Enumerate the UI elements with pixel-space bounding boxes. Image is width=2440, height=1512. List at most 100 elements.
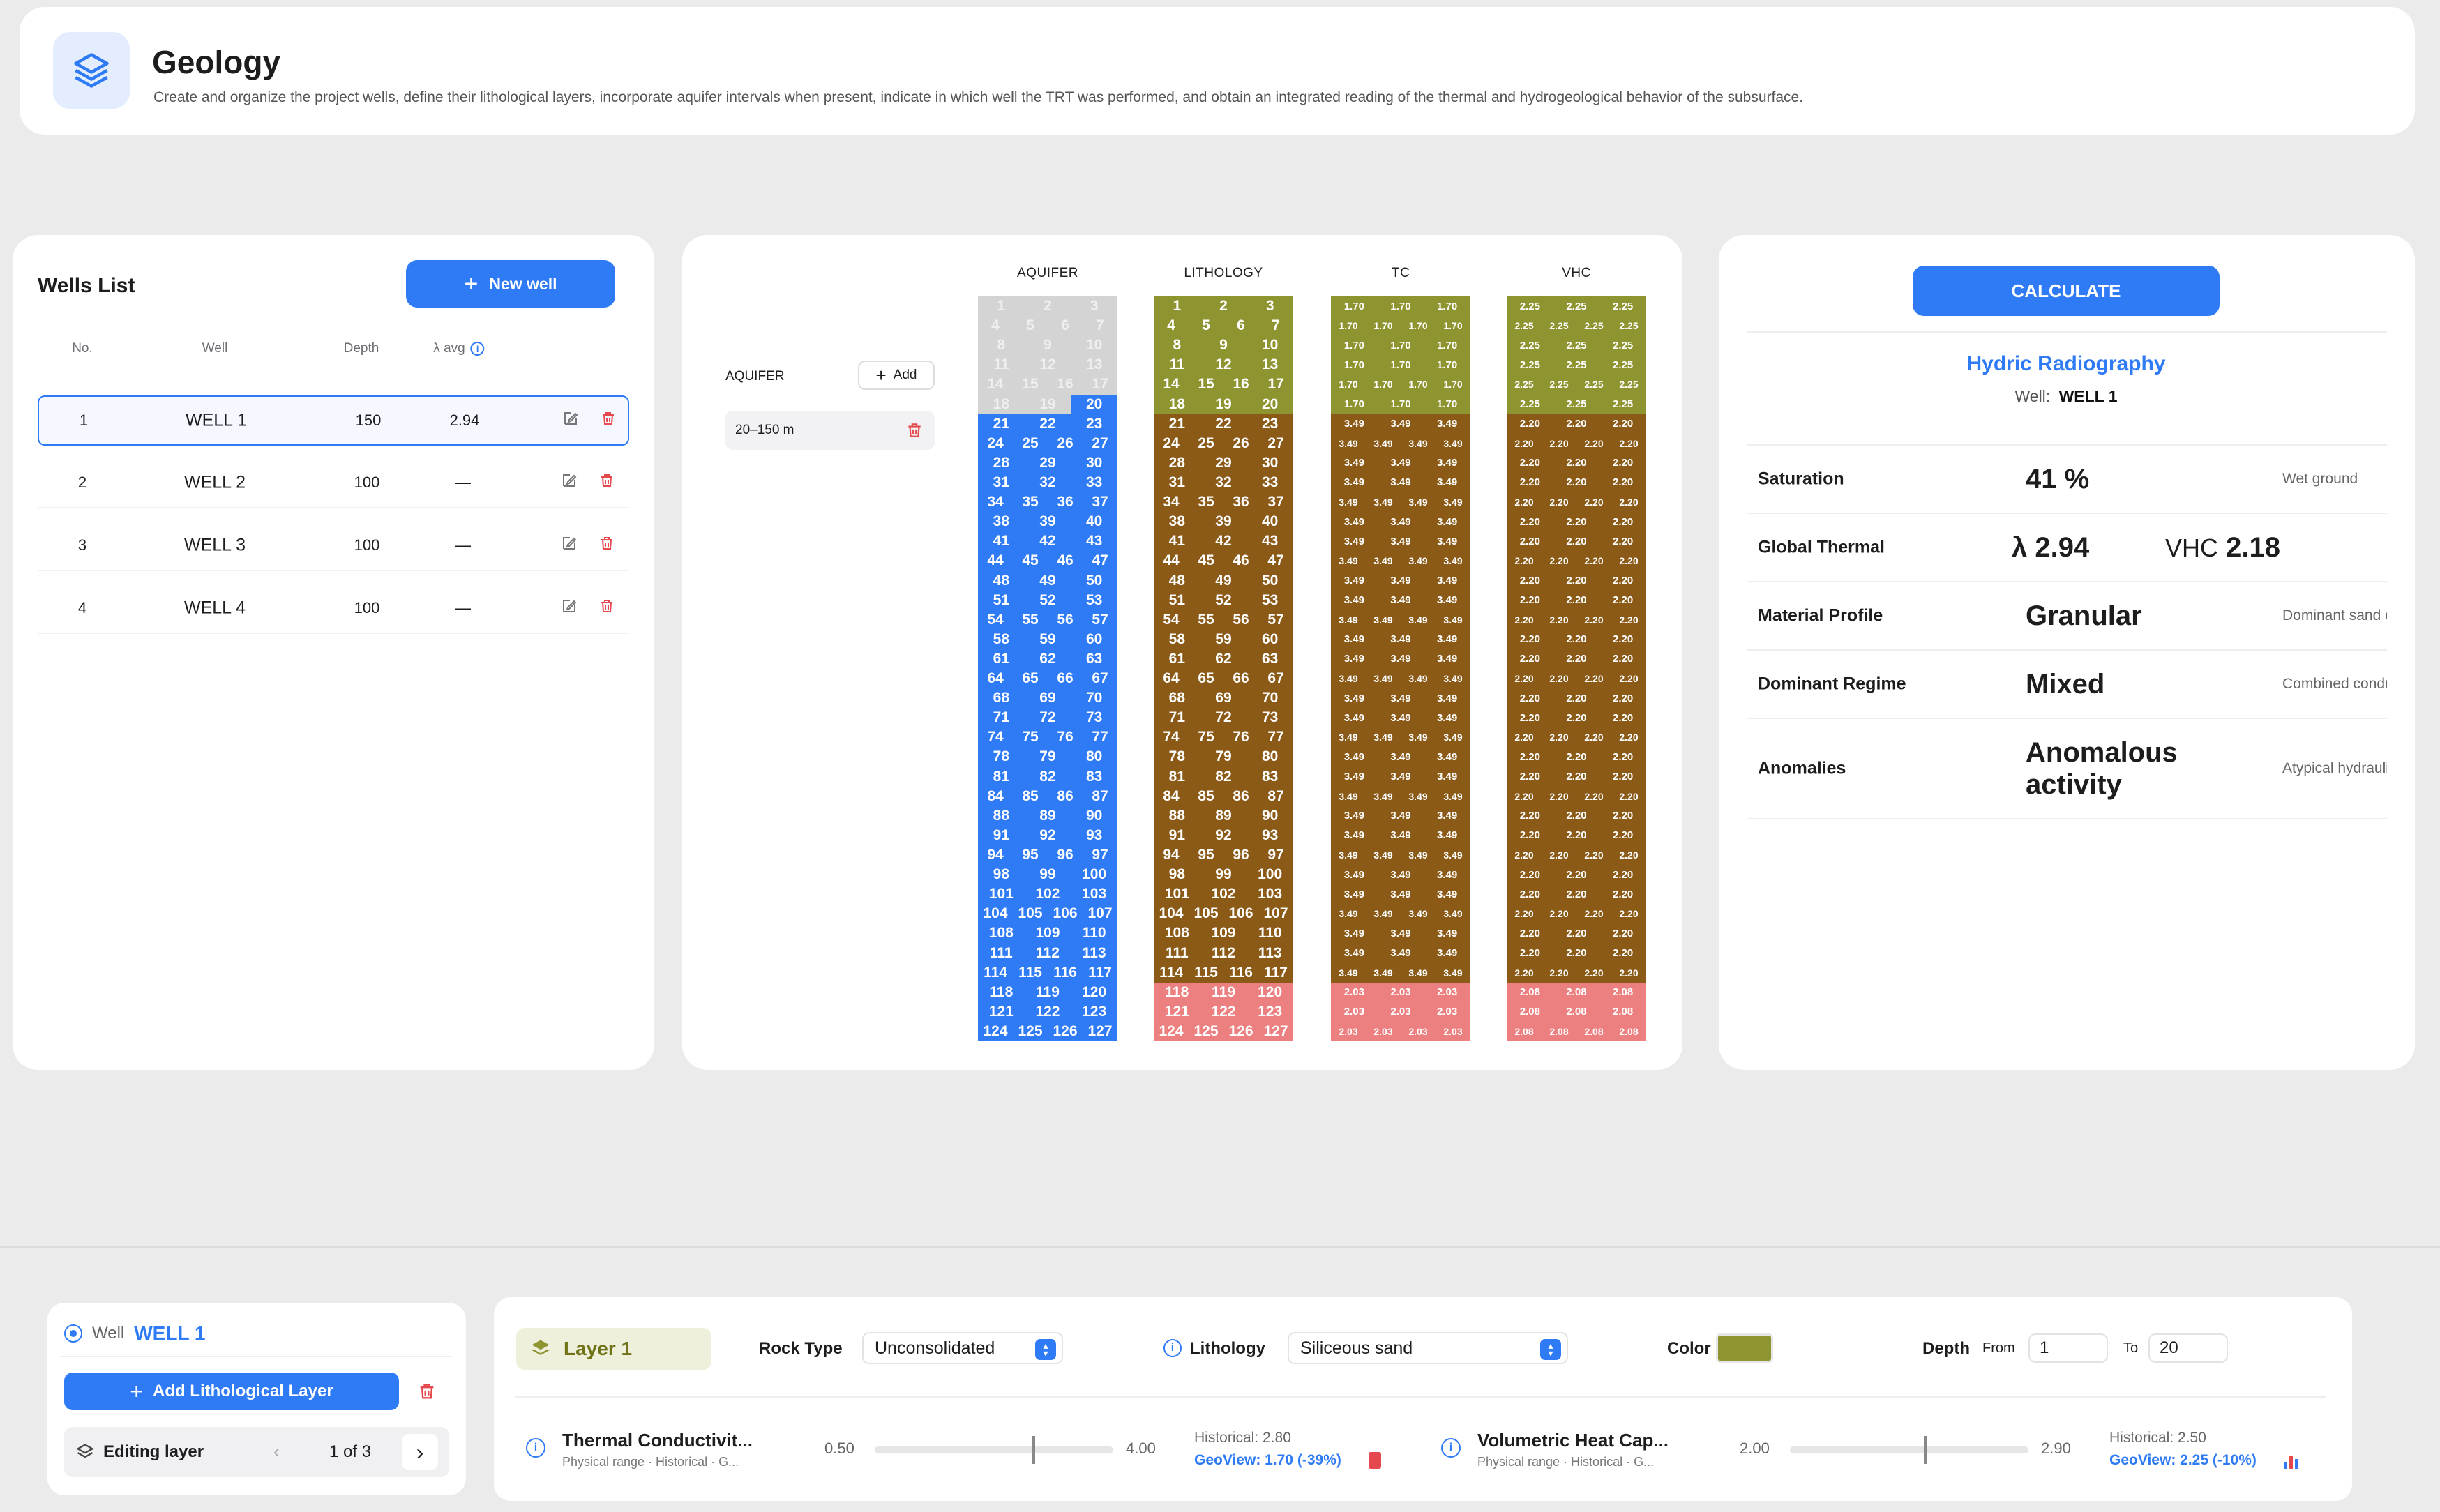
grid-cell: 3.49 [1436, 492, 1470, 513]
lithology-label: Lithology [1190, 1339, 1265, 1358]
tc-slider[interactable] [875, 1436, 1113, 1464]
info-icon[interactable]: i [1441, 1438, 1461, 1458]
grid-cell: 43 [1247, 531, 1293, 552]
grid-cell: 120 [1247, 982, 1293, 1002]
new-well-button[interactable]: + New well [406, 260, 615, 308]
grid-cell: 74 [978, 727, 1013, 748]
depth-from-input[interactable]: 1 [2028, 1333, 2108, 1363]
grid-cell: 27 [1258, 433, 1293, 453]
tc-param-sub: Physical range · Historical · G... [562, 1455, 739, 1469]
grid-cell: 2.20 [1553, 806, 1600, 826]
grid-cell: 2.20 [1507, 962, 1542, 983]
well-row[interactable]: 4 WELL 4 100 — [38, 584, 629, 634]
grid-cell: 2.20 [1611, 962, 1646, 983]
edit-icon[interactable] [561, 598, 578, 619]
grid-cell: 3.49 [1331, 766, 1378, 787]
info-icon[interactable]: i [526, 1438, 545, 1458]
grid-cell: 44 [1154, 551, 1189, 571]
grid-cell: 85 [1189, 786, 1223, 806]
calculate-button[interactable]: CALCULATE [1913, 266, 2220, 316]
add-aquifer-button[interactable]: + Add [858, 361, 935, 390]
grid-cell: 26 [1048, 433, 1083, 453]
grid-cell: 64 [1154, 669, 1189, 689]
vhc-slider-thumb[interactable] [1923, 1436, 1927, 1464]
grid-cell: 2.08 [1553, 982, 1600, 1002]
grid-cell: 2.20 [1553, 453, 1600, 473]
grid-cell: 1.70 [1377, 335, 1424, 356]
aquifer-interval[interactable]: 20–150 m [725, 411, 935, 450]
info-icon[interactable]: i [1163, 1339, 1182, 1357]
grid-cell: 2.20 [1507, 688, 1553, 709]
grid-cell: 67 [1258, 669, 1293, 689]
grid-cell: 2.20 [1507, 453, 1553, 473]
grid-cell: 113 [1071, 943, 1117, 963]
grid-cell: 2.20 [1553, 414, 1600, 434]
grid-cell: 2.08 [1611, 1021, 1646, 1041]
rock-type-select[interactable]: Unconsolidated ▴ ▾ [862, 1332, 1063, 1364]
grid-cell: 2.20 [1599, 884, 1646, 905]
grid-cell: 93 [1247, 825, 1293, 845]
well-row[interactable]: 2 WELL 2 100 — [38, 458, 629, 508]
grid-cell: 2.20 [1611, 433, 1646, 453]
grid-cell: 76 [1048, 727, 1083, 748]
layer-pager: 1 of 3 [329, 1442, 372, 1461]
edit-icon[interactable] [561, 472, 578, 493]
grid-cell: 1 [978, 296, 1025, 317]
grid-cell: 2.08 [1576, 1021, 1611, 1041]
trash-icon[interactable] [600, 409, 617, 432]
grid-cell: 16 [1048, 375, 1083, 395]
grid-cell: 2.20 [1507, 512, 1553, 532]
grid-cell: 2.20 [1542, 610, 1576, 630]
trash-icon[interactable] [598, 471, 615, 494]
grid-cell: 2.20 [1599, 590, 1646, 610]
tc-slider-thumb[interactable] [1032, 1436, 1035, 1464]
grid-cell: 2.20 [1576, 433, 1611, 453]
col-header-lambda: λ avg i [433, 341, 485, 356]
grid-cell: 58 [1154, 629, 1200, 649]
grid-cell: 24 [1154, 433, 1189, 453]
vhc-slider[interactable] [1790, 1436, 2028, 1464]
grid-cell: 2.20 [1507, 669, 1542, 689]
layer-color-swatch[interactable] [1716, 1333, 1773, 1363]
new-well-label: New well [489, 274, 557, 293]
grid-cell: 1.70 [1331, 335, 1378, 356]
color-label: Color [1667, 1339, 1711, 1358]
info-icon[interactable]: i [470, 342, 485, 356]
grid-cell: 2.20 [1576, 904, 1611, 924]
lithology-select[interactable]: Siliceous sand ▴ ▾ [1288, 1332, 1568, 1364]
grid-cell: 1.70 [1377, 355, 1424, 375]
grid-cell: 112 [1024, 943, 1071, 963]
grid-cell: 2.08 [1507, 1021, 1542, 1041]
grid-cell: 2.25 [1611, 316, 1646, 336]
grid-cell: 125 [1013, 1021, 1048, 1041]
grid-cell: 80 [1247, 747, 1293, 767]
well-row[interactable]: 3 WELL 3 100 — [38, 521, 629, 571]
chevron-left-icon[interactable]: ‹ [273, 1441, 280, 1462]
grid-cell: 100 [1071, 865, 1117, 885]
plus-icon: + [464, 271, 479, 297]
grid-cell: 1.70 [1377, 296, 1424, 317]
grid-cell: 3 [1071, 296, 1117, 317]
grid-cell: 112 [1200, 943, 1247, 963]
selected-well-value: WELL 1 [2058, 387, 2118, 405]
edit-icon[interactable] [561, 535, 578, 556]
editing-layer-bar: Editing layer ‹ 1 of 3 › [64, 1427, 449, 1477]
well-depth: 150 [355, 411, 382, 429]
grid-cell: 69 [1200, 688, 1247, 709]
trash-icon[interactable] [417, 1381, 437, 1402]
trash-icon[interactable] [598, 597, 615, 619]
depth-to-input[interactable]: 20 [2148, 1333, 2228, 1363]
grid-cell: 3.49 [1377, 414, 1424, 434]
grid-cell: 3.49 [1377, 590, 1424, 610]
chevron-right-icon[interactable]: › [402, 1434, 438, 1470]
grid-cell: 3.49 [1436, 962, 1470, 983]
trash-icon[interactable] [905, 421, 924, 440]
grid-cell: 29 [1200, 453, 1247, 473]
trash-icon[interactable] [598, 534, 615, 557]
well-row[interactable]: 1 WELL 1 150 2.94 [38, 395, 629, 446]
grid-cell: 17 [1083, 375, 1117, 395]
edit-icon[interactable] [562, 410, 579, 431]
grid-cell: 96 [1223, 845, 1258, 865]
add-layer-button[interactable]: + Add Lithological Layer [64, 1373, 399, 1410]
well-no: 2 [77, 474, 87, 491]
